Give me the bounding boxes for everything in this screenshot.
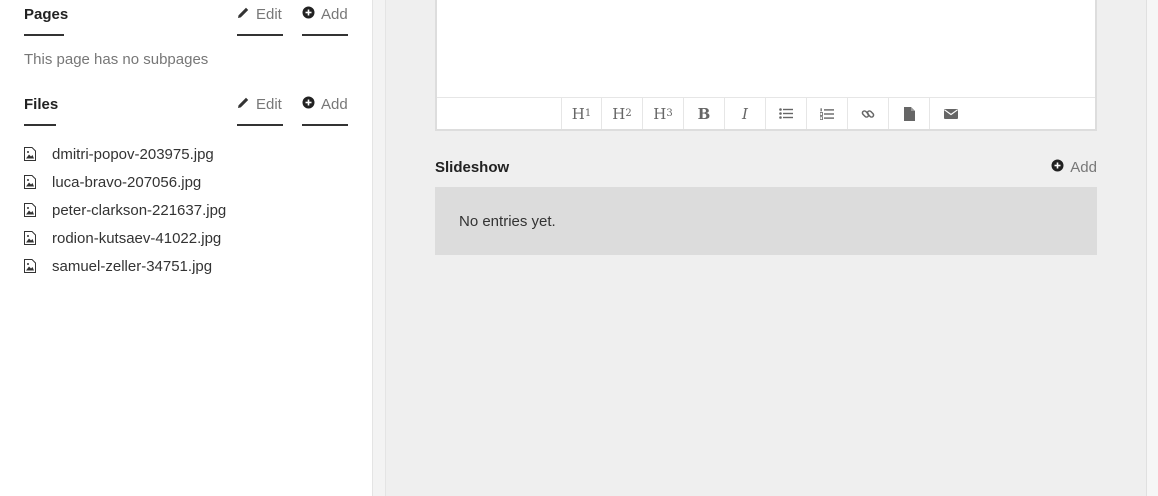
image-file-icon [24,231,38,245]
edit-underline [237,34,283,36]
slideshow-add-label: Add [1070,159,1097,176]
heading-3-sub: 3 [666,108,673,119]
file-item[interactable]: dmitri-popov-203975.jpg [24,140,348,168]
plus-circle-icon [1051,159,1064,176]
files-edit-label: Edit [256,96,282,113]
pages-title-underline [24,34,64,36]
image-file-icon [24,203,38,217]
heading-3-label: H [653,104,667,123]
file-name: dmitri-popov-203975.jpg [52,145,214,163]
pencil-icon [237,6,250,23]
pages-header: Pages Edit Add [24,0,348,38]
pages-add-button[interactable]: Add [302,6,348,36]
email-icon[interactable] [930,98,971,129]
slideshow-empty-text: No entries yet. [459,213,556,230]
right-edge-panel [1146,0,1158,496]
bold-label: B [697,104,711,123]
bullet-list-icon[interactable] [766,98,807,129]
files-title-underline [24,124,56,126]
edit-underline [237,124,283,126]
pages-edit-button[interactable]: Edit [237,6,283,36]
editor-toolbar: H1 H2 H3 B I [437,97,1095,129]
main-panel: H1 H2 H3 B I Slideshow Add No entries ye… [386,0,1146,496]
heading-2-sub: 2 [625,108,632,119]
file-item[interactable]: peter-clarkson-221637.jpg [24,196,348,224]
pencil-icon [237,96,250,113]
file-item[interactable]: rodion-kutsaev-41022.jpg [24,224,348,252]
pages-empty-text: This page has no subpages [24,51,209,68]
file-name: samuel-zeller-34751.jpg [52,257,213,275]
files-edit-button[interactable]: Edit [237,96,283,126]
panel-divider[interactable] [372,0,386,496]
heading-2-icon[interactable]: H2 [602,98,643,129]
files-section: Files Edit Add dmitri-popov-203975.jpg l… [24,90,348,280]
files-header: Files Edit Add [24,90,348,128]
plus-circle-icon [302,96,315,113]
heading-1-label: H [571,104,585,123]
file-name: rodion-kutsaev-41022.jpg [52,229,222,247]
add-underline [302,34,348,36]
sidebar: Pages Edit Add This page has no subpages… [0,0,372,496]
file-item[interactable]: samuel-zeller-34751.jpg [24,252,348,280]
file-name: luca-bravo-207056.jpg [52,173,202,191]
slideshow-add-button[interactable]: Add [1051,159,1097,176]
image-file-icon [24,259,38,273]
image-file-icon [24,147,38,161]
text-editor[interactable]: H1 H2 H3 B I [435,0,1097,131]
add-underline [302,124,348,126]
slideshow-title: Slideshow [435,159,510,176]
files-add-label: Add [321,96,348,113]
file-item[interactable]: luca-bravo-207056.jpg [24,168,348,196]
numbered-list-icon[interactable] [807,98,848,129]
slideshow-header: Slideshow Add [435,157,1097,181]
plus-circle-icon [302,6,315,23]
file-name: peter-clarkson-221637.jpg [52,201,227,219]
heading-2-label: H [612,104,626,123]
pages-add-label: Add [321,6,348,23]
slideshow-empty-box: No entries yet. [435,187,1097,255]
pages-section: Pages Edit Add This page has no subpages [24,0,348,68]
pages-title: Pages [24,6,69,23]
file-list: dmitri-popov-203975.jpg luca-bravo-20705… [24,140,348,280]
heading-1-icon[interactable]: H1 [561,98,602,129]
bold-icon[interactable]: B [684,98,725,129]
files-title: Files [24,96,59,113]
heading-3-icon[interactable]: H3 [643,98,684,129]
file-icon[interactable] [889,98,930,129]
italic-label: I [742,104,748,123]
heading-1-sub: 1 [584,108,592,119]
files-add-button[interactable]: Add [302,96,348,126]
image-file-icon [24,175,38,189]
italic-icon[interactable]: I [725,98,766,129]
pages-edit-label: Edit [256,6,282,23]
link-icon[interactable] [848,98,889,129]
